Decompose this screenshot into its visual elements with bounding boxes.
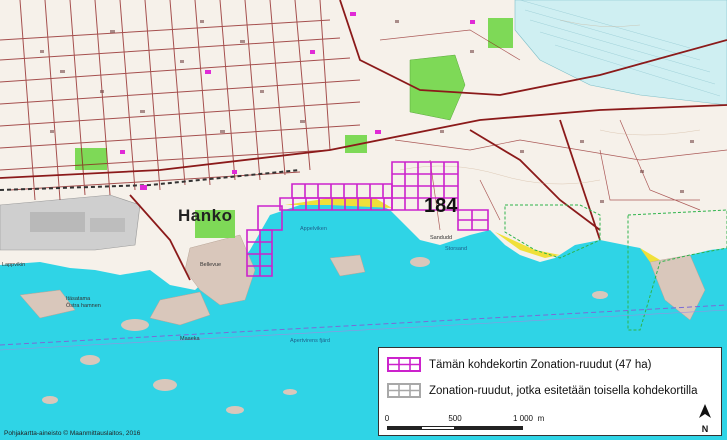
scale-label: 0	[384, 414, 390, 423]
place-label: Maaeka	[180, 336, 200, 342]
other-cells-swatch	[387, 383, 421, 398]
map-canvas: Hanko 184 Lappvikin Itäsatama Östra hamn…	[0, 0, 727, 440]
scale-unit: m	[537, 414, 545, 423]
scale-segment	[455, 426, 523, 430]
zonation-cells-own	[246, 161, 489, 277]
scale-segment	[387, 426, 421, 430]
legend-label-own: Tämän kohdekortin Zonation-ruudut (47 ha…	[429, 358, 652, 371]
legend-item-other: Zonation-ruudut, jotka esitetään toisell…	[387, 383, 698, 398]
place-label: Bellevue	[200, 262, 222, 268]
place-label: Sandudd	[430, 235, 453, 241]
place-label: Lappvikin	[2, 262, 26, 268]
scale-label: 500	[448, 414, 462, 423]
water-label: Apertvirens fjärd	[290, 338, 331, 344]
place-label: Itäsatama	[66, 296, 91, 302]
water-label: Appelviken	[300, 226, 327, 232]
north-arrow-icon	[699, 404, 711, 418]
card-number-label: 184	[424, 195, 458, 217]
map-credit: Pohjakartta-aineisto © Maanmittauslaitos…	[4, 430, 141, 437]
water-label: Storsand	[445, 246, 468, 252]
north-arrow: N	[697, 403, 713, 434]
scale-segment	[421, 426, 455, 430]
map-legend: Tämän kohdekortin Zonation-ruudut (47 ha…	[378, 347, 722, 436]
own-cells-swatch	[387, 357, 421, 372]
place-label: Östra hamnen	[66, 303, 101, 309]
legend-item-own: Tämän kohdekortin Zonation-ruudut (47 ha…	[387, 357, 651, 372]
scale-bar: 0 500 1 000 m	[384, 414, 557, 434]
legend-label-other: Zonation-ruudut, jotka esitetään toisell…	[429, 384, 698, 397]
north-label: N	[701, 424, 709, 434]
town-label: Hanko	[178, 206, 233, 225]
scale-label: 1 000	[512, 414, 534, 423]
